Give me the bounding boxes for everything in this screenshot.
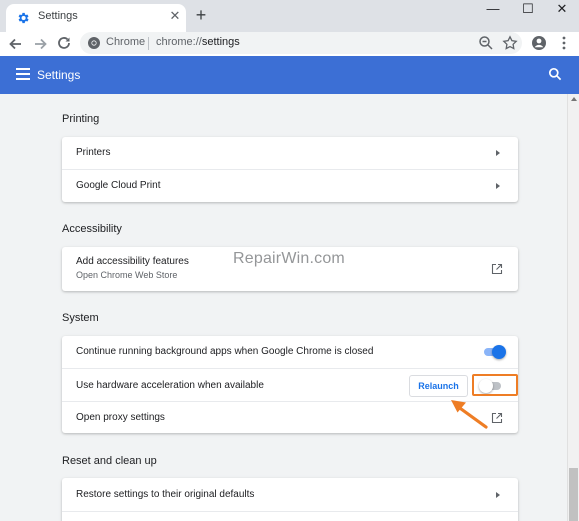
printing-card: Printers Google Cloud Print: [62, 137, 518, 202]
row-clean-up[interactable]: [62, 511, 518, 521]
row-label: Continue running background apps when Go…: [76, 346, 374, 357]
scrollbar-thumb[interactable]: [569, 468, 578, 521]
row-printers[interactable]: Printers: [62, 137, 518, 169]
gear-icon: [18, 12, 29, 24]
zoom-icon[interactable]: [478, 35, 494, 51]
search-icon[interactable]: [548, 67, 562, 81]
row-background-apps: Continue running background apps when Go…: [62, 336, 518, 368]
section-title-printing: Printing: [62, 113, 100, 125]
row-label: Open proxy settings: [76, 412, 165, 423]
close-tab-icon[interactable]: ✕: [168, 9, 182, 23]
external-link-icon: [491, 412, 503, 424]
row-label: Restore settings to their original defau…: [76, 489, 255, 500]
background-apps-toggle[interactable]: [482, 345, 506, 359]
minimize-icon[interactable]: —: [476, 0, 510, 24]
page-title: Settings: [37, 68, 81, 82]
tab-strip: Settings ✕ + — ☐ ✕: [0, 0, 579, 32]
row-label: Printers: [76, 147, 111, 158]
tab-title: Settings: [38, 10, 78, 22]
browser-toolbar: Chrome chrome://settings: [0, 32, 579, 56]
scroll-up-arrow-icon[interactable]: [571, 97, 577, 101]
url-path: settings: [201, 36, 240, 48]
more-menu-icon[interactable]: [556, 35, 572, 51]
section-title-system: System: [62, 312, 99, 324]
maximize-icon[interactable]: ☐: [511, 0, 545, 24]
row-label: Use hardware acceleration when available: [76, 380, 264, 391]
scrollbar[interactable]: [567, 94, 579, 521]
window-close-icon[interactable]: ✕: [545, 0, 579, 24]
section-title-reset: Reset and clean up: [62, 455, 157, 467]
omnibox-divider: [148, 37, 149, 50]
url-scheme: chrome://: [156, 36, 202, 48]
hamburger-menu-icon[interactable]: [16, 68, 30, 80]
row-label: Add accessibility features: [76, 256, 189, 267]
row-sublabel: Open Chrome Web Store: [76, 270, 178, 280]
new-tab-icon[interactable]: +: [194, 6, 208, 24]
profile-avatar-icon[interactable]: [531, 35, 547, 51]
url-text: chrome://settings: [156, 36, 240, 48]
row-restore-defaults[interactable]: Restore settings to their original defau…: [62, 478, 518, 511]
reload-icon[interactable]: [54, 34, 74, 54]
chrome-logo-icon: [88, 37, 100, 49]
forward-arrow-icon[interactable]: [30, 34, 50, 54]
reset-card: Restore settings to their original defau…: [62, 478, 518, 521]
row-label: Google Cloud Print: [76, 180, 161, 191]
bookmark-star-icon[interactable]: [502, 35, 518, 51]
external-link-icon: [491, 263, 503, 275]
settings-content: Printing Printers Google Cloud Print Acc…: [0, 94, 567, 521]
site-label: Chrome: [106, 36, 146, 48]
row-google-cloud-print[interactable]: Google Cloud Print: [62, 169, 518, 202]
settings-header: Settings: [0, 56, 579, 94]
chevron-right-icon: [496, 150, 500, 156]
chrome-window: Settings ✕ + — ☐ ✕ Chrome chrome://setti…: [0, 0, 579, 521]
relaunch-button[interactable]: Relaunch: [409, 375, 468, 397]
back-arrow-icon[interactable]: [6, 34, 26, 54]
section-title-accessibility: Accessibility: [62, 223, 122, 235]
annotation-highlight-box: [472, 374, 518, 396]
tab-settings[interactable]: Settings ✕: [6, 4, 186, 32]
address-bar[interactable]: Chrome chrome://settings: [80, 32, 522, 54]
chevron-right-icon: [496, 183, 500, 189]
chevron-right-icon: [496, 492, 500, 498]
watermark: RepairWin.com: [233, 250, 345, 267]
annotation-arrow-icon: [451, 400, 488, 429]
